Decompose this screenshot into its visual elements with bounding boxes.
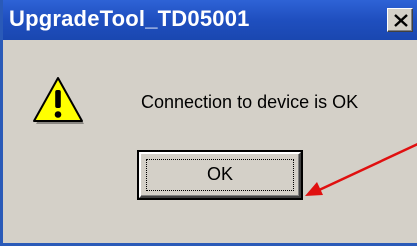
title-bar[interactable]: UpgradeTool_TD05001: [3, 0, 417, 40]
close-button[interactable]: [387, 8, 413, 32]
ok-button-label: OK: [206, 164, 233, 184]
ok-button[interactable]: OK: [139, 152, 301, 198]
annotation-arrow-icon: [305, 143, 417, 196]
dialog-message: Connection to device is OK: [141, 92, 359, 112]
window-title: UpgradeTool_TD05001: [9, 6, 250, 31]
warning-icon: [33, 77, 84, 124]
close-icon: [394, 14, 408, 27]
message-dialog: UpgradeTool_TD05001 Connection to device…: [0, 0, 417, 246]
